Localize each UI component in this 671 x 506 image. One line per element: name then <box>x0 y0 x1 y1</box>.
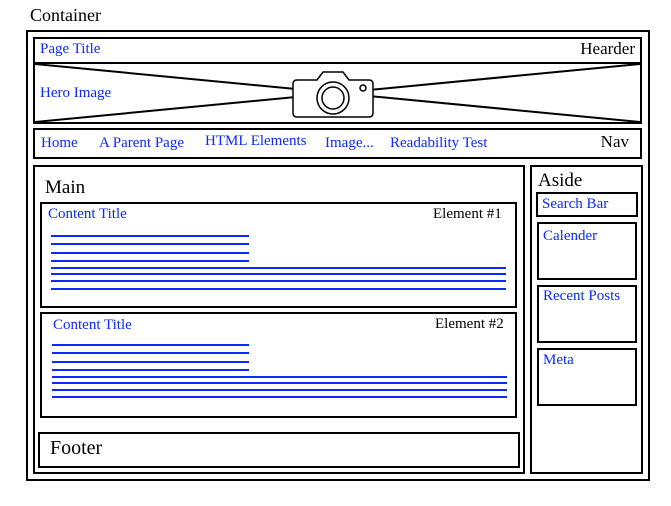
text-line <box>51 288 506 290</box>
text-line <box>52 361 249 363</box>
text-line <box>51 280 506 282</box>
text-line <box>52 376 507 378</box>
text-line <box>52 344 249 346</box>
text-line <box>52 389 507 391</box>
recent-posts-label[interactable]: Recent Posts <box>543 288 620 305</box>
main-label: Main <box>45 177 86 198</box>
calendar-label[interactable]: Calender <box>543 228 597 245</box>
nav-link-html-elements[interactable]: HTML Elements <box>205 133 307 150</box>
text-line <box>52 352 249 354</box>
hero-image-placeholder <box>35 64 640 122</box>
text-line <box>52 396 507 398</box>
search-bar-label: Search Bar <box>542 196 609 212</box>
text-line <box>51 252 249 254</box>
nav-link-home[interactable]: Home <box>41 135 78 152</box>
hero-image-label: Hero Image <box>40 85 112 101</box>
camera-icon <box>292 71 374 118</box>
nav-link-readability-test[interactable]: Readability Test <box>390 135 487 152</box>
container-label: Container <box>30 5 101 25</box>
text-line <box>51 267 506 269</box>
text-line <box>51 260 249 262</box>
nav-link-parent-page[interactable]: A Parent Page <box>99 135 184 152</box>
text-line <box>51 243 249 245</box>
nav-label: Nav <box>600 132 629 151</box>
footer-label: Footer <box>50 437 103 459</box>
nav-link-image[interactable]: Image... <box>325 135 374 152</box>
text-line <box>52 369 249 371</box>
header-label: Hearder <box>580 39 635 58</box>
meta-label[interactable]: Meta <box>543 352 574 369</box>
element-label: Element #2 <box>435 316 504 332</box>
text-line <box>52 382 507 384</box>
aside-label: Aside <box>538 170 583 191</box>
content-title[interactable]: Content Title <box>53 317 132 334</box>
element-label: Element #1 <box>433 206 502 222</box>
footer <box>38 432 520 468</box>
text-line <box>51 273 506 275</box>
content-title[interactable]: Content Title <box>48 206 127 223</box>
text-line <box>51 235 249 237</box>
page-title[interactable]: Page Title <box>40 41 100 58</box>
